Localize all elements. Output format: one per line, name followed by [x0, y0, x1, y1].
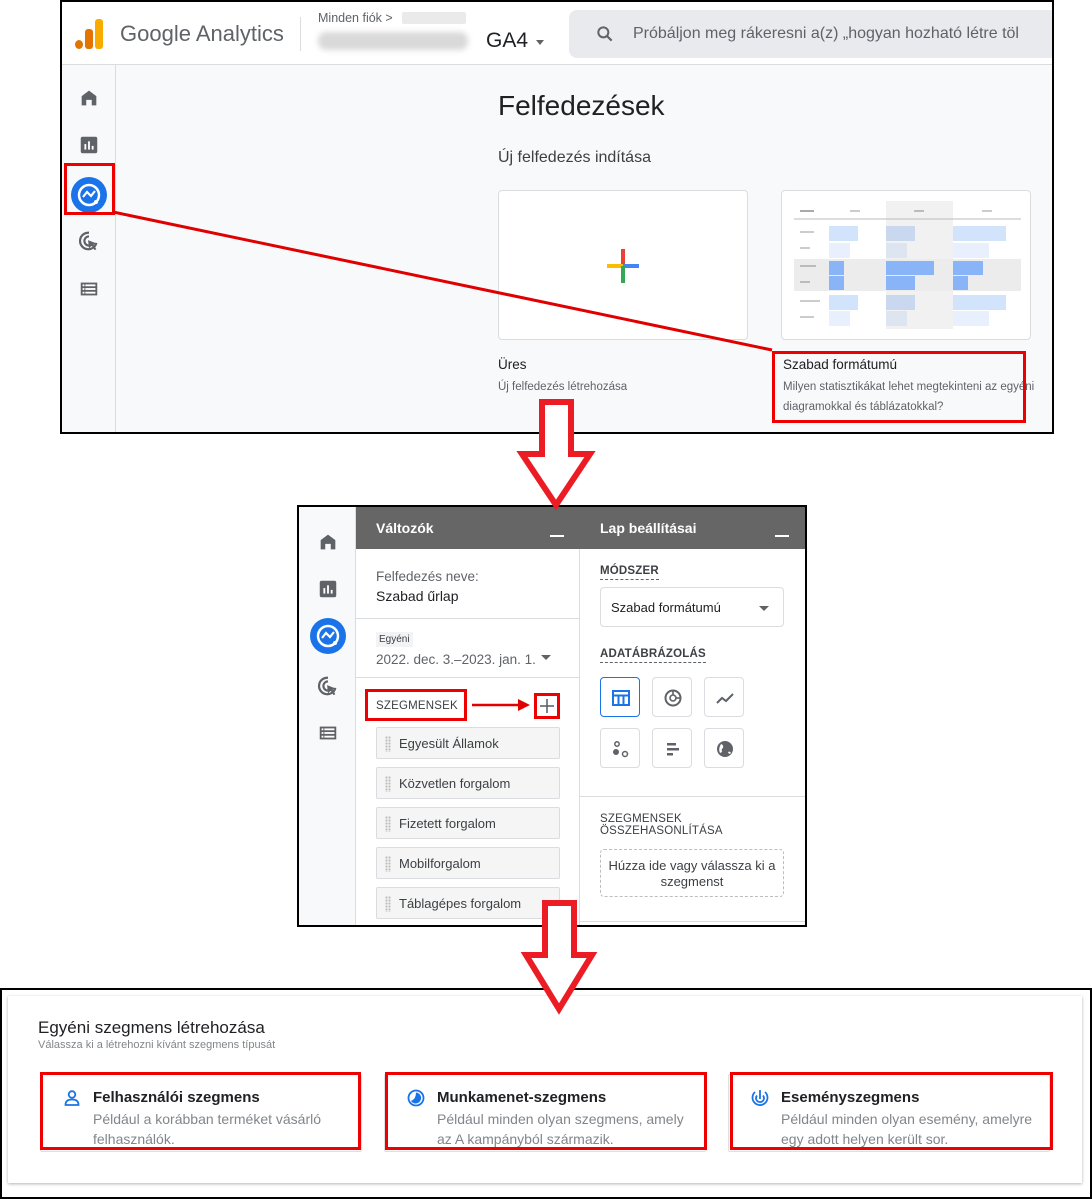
home-icon[interactable]	[317, 531, 339, 553]
segment-name: Mobilforgalom	[399, 856, 481, 871]
property-selector[interactable]: GA4	[486, 29, 528, 53]
viz-geo-button[interactable]	[704, 728, 744, 768]
side-navigation	[299, 507, 356, 925]
segment-name: Táblagépes forgalom	[399, 896, 522, 911]
line-chart-icon	[716, 693, 734, 704]
segment-item[interactable]: Egyesült Államok	[376, 727, 560, 759]
side-navigation	[62, 65, 116, 432]
session-segment-highlight	[385, 1072, 707, 1150]
divider	[356, 618, 580, 619]
divider	[356, 677, 580, 678]
drag-handle-icon[interactable]	[385, 816, 391, 832]
visualization-label: ADATÁBRÁZOLÁS	[600, 648, 706, 663]
tile-label[interactable]: Üres	[498, 357, 527, 372]
segment-item[interactable]: Közvetlen forgalom	[376, 767, 560, 799]
globe-icon	[717, 741, 733, 757]
blank-exploration-tile[interactable]	[498, 190, 748, 340]
divider	[580, 796, 805, 797]
segment-name: Egyesült Államok	[399, 736, 499, 751]
reports-icon[interactable]	[317, 578, 339, 600]
segment-name: Fizetett forgalom	[399, 816, 496, 831]
search-input[interactable]: Próbáljon meg rákeresni a(z) „hogyan hoz…	[569, 10, 1052, 58]
exploration-name-label: Felfedezés neve:	[376, 569, 479, 584]
technique-value: Szabad formátumú	[611, 600, 721, 615]
segment-item[interactable]: Fizetett forgalom	[376, 807, 560, 839]
scatter-plot-icon	[613, 741, 629, 758]
section-title: Új felfedezés indítása	[498, 149, 651, 166]
divider	[300, 17, 301, 51]
tab-settings-panel: Lap beállításai MÓDSZER Szabad formátumú…	[580, 507, 805, 925]
segment-item[interactable]: Mobilforgalom	[376, 847, 560, 879]
drag-handle-icon[interactable]	[385, 776, 391, 792]
technique-select[interactable]: Szabad formátumú	[600, 587, 784, 627]
dialog-title: Egyéni szegmens létrehozása	[38, 1018, 265, 1037]
drag-handle-icon[interactable]	[385, 896, 391, 912]
dialog-subtitle: Válassza ki a létrehozni kívánt szegmens…	[38, 1039, 276, 1051]
search-placeholder: Próbáljon meg rákeresni a(z) „hogyan hoz…	[633, 25, 1019, 42]
segment-comparison-dropzone[interactable]: Húzza ide vagy válassza ki a szegmenst	[600, 849, 784, 897]
explore-icon[interactable]	[310, 618, 346, 654]
redacted-property-name[interactable]	[318, 32, 468, 50]
segment-comparison-label-line1: SZEGMENSEK	[600, 813, 682, 825]
tile-description: Új felfedezés létrehozása	[498, 381, 628, 393]
chevron-down-icon[interactable]	[536, 40, 544, 45]
home-icon[interactable]	[78, 87, 100, 109]
plus-icon	[607, 249, 639, 283]
variables-header: Változók	[356, 507, 580, 549]
exploration-name-input[interactable]: Szabad űrlap	[376, 588, 459, 604]
viz-bar-button[interactable]	[652, 728, 692, 768]
redacted-account	[402, 12, 466, 24]
search-icon	[597, 26, 613, 42]
chevron-down-icon[interactable]	[759, 606, 769, 611]
reports-icon[interactable]	[78, 134, 100, 156]
custom-segment-dialog: Egyéni szegmens létrehozása Válassza ki …	[0, 988, 1092, 1199]
variables-title: Változók	[376, 520, 434, 536]
date-range-selector[interactable]: 2022. dec. 3.–2023. jan. 1.	[376, 652, 536, 667]
viz-scatter-button[interactable]	[600, 728, 640, 768]
segment-comparison-label: SZEGMENSEK ÖSSZEHASONLÍTÁSA	[600, 813, 723, 837]
top-bar: Google Analytics Minden fiók > GA4 Próbá…	[62, 2, 1052, 65]
tab-settings-title: Lap beállításai	[600, 520, 697, 536]
segment-comparison-label-line2: ÖSSZEHASONLÍTÁSA	[600, 825, 723, 837]
tab-settings-header: Lap beállításai	[580, 507, 805, 549]
technique-label: MÓDSZER	[600, 565, 659, 580]
variables-panel: Változók Felfedezés neve: Szabad űrlap E…	[356, 507, 580, 925]
free-form-tile[interactable]	[781, 190, 1031, 340]
divider	[580, 921, 805, 922]
segment-name: Közvetlen forgalom	[399, 776, 511, 791]
minimize-icon[interactable]	[775, 535, 789, 537]
free-form-highlight	[772, 351, 1026, 423]
donut-chart-icon	[664, 689, 682, 707]
minimize-icon[interactable]	[550, 535, 564, 537]
chevron-down-icon[interactable]	[541, 655, 551, 660]
google-analytics-logo-icon	[75, 19, 103, 49]
viz-donut-button[interactable]	[652, 677, 692, 717]
app-title: Google Analytics	[120, 21, 284, 46]
segment-item[interactable]: Táblagépes forgalom	[376, 887, 560, 919]
event-segment-highlight	[730, 1072, 1053, 1150]
table-icon	[612, 690, 630, 706]
free-form-thumbnail-icon	[794, 201, 1021, 329]
add-segment-highlight	[534, 693, 560, 719]
bar-chart-icon	[667, 743, 679, 756]
user-segment-highlight	[40, 1072, 361, 1150]
drag-handle-icon[interactable]	[385, 736, 391, 752]
date-preset-chip: Egyéni	[376, 632, 413, 647]
advertising-icon[interactable]	[78, 230, 100, 252]
explore-highlight	[64, 163, 115, 215]
exploration-editor-screen: Változók Felfedezés neve: Szabad űrlap E…	[297, 505, 807, 927]
page-title: Felfedezések	[498, 90, 665, 121]
viz-table-button[interactable]	[600, 677, 640, 717]
advertising-icon[interactable]	[317, 675, 339, 697]
drag-handle-icon[interactable]	[385, 856, 391, 872]
breadcrumb[interactable]: Minden fiók >	[318, 11, 393, 25]
segments-highlight	[365, 689, 467, 721]
configure-icon[interactable]	[317, 722, 339, 744]
viz-line-button[interactable]	[704, 677, 744, 717]
ga-explorations-screen: Google Analytics Minden fiók > GA4 Próbá…	[60, 0, 1054, 434]
configure-icon[interactable]	[78, 278, 100, 300]
